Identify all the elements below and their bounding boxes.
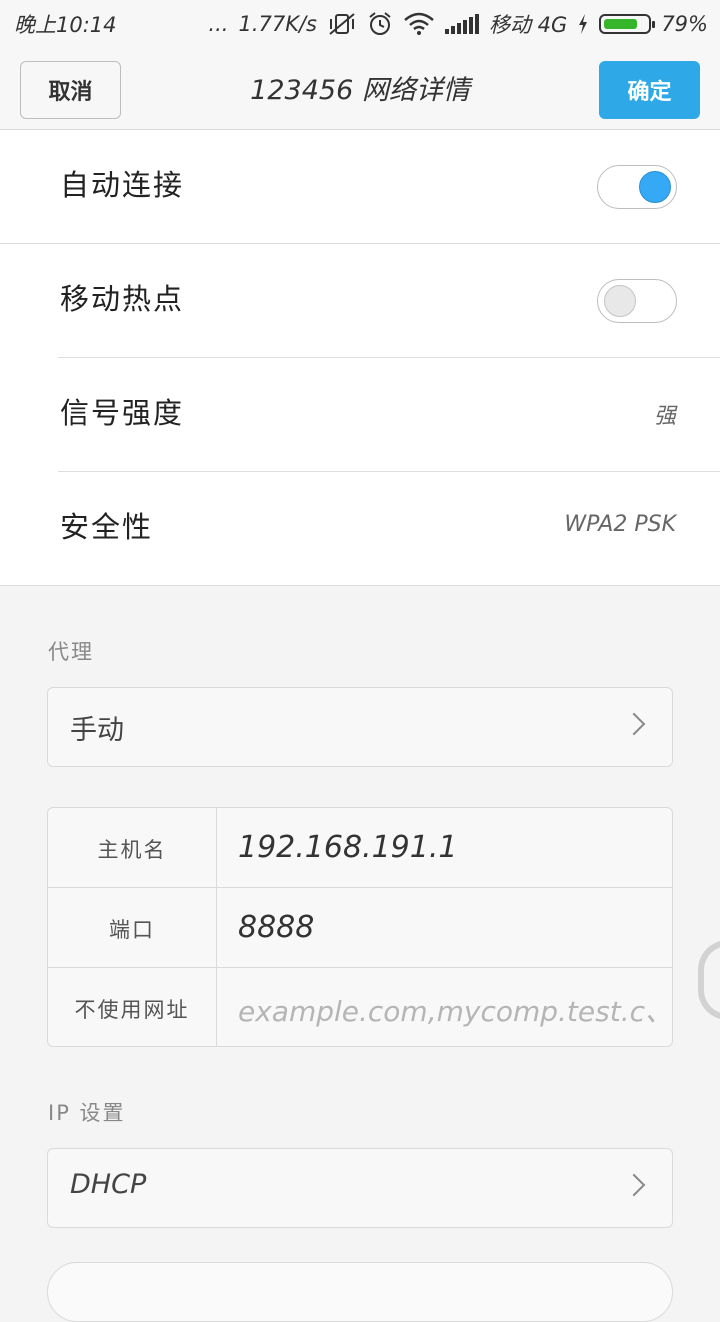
status-icons: ... 1.77K/s 移动 4G 79% [208, 9, 708, 39]
proxy-section-label: 代理 [48, 640, 94, 664]
battery-icon [599, 14, 656, 34]
carrier-label: 移动 4G [489, 13, 568, 37]
auto-connect-toggle[interactable] [597, 165, 677, 209]
port-input[interactable]: 8888 [238, 910, 658, 945]
bypass-input[interactable]: example.com,mycomp.test.c、 [238, 990, 658, 1030]
auto-connect-label: 自动连接 [60, 168, 185, 202]
battery-percent: 79% [661, 12, 708, 36]
bottom-button[interactable] [47, 1262, 673, 1322]
ip-mode-value: DHCP [70, 1169, 147, 1200]
signal-strength-value: 强 [653, 404, 676, 429]
alarm-icon [369, 12, 391, 35]
chevron-right-icon [622, 1173, 646, 1197]
security-value: WPA2 PSK [564, 512, 676, 537]
network-settings-list: 自动连接 移动热点 信号强度 强 安全性 WPA2 PSK [0, 130, 720, 586]
hotspot-toggle[interactable] [597, 279, 677, 323]
status-dots: ... [208, 12, 229, 36]
hostname-input[interactable]: 192.168.191.1 [238, 830, 658, 865]
signal-strength-row: 信号强度 强 [0, 358, 720, 472]
signal-strength-label: 信号强度 [60, 396, 185, 430]
vibrate-off-icon [329, 13, 355, 35]
status-bar: 晚上10:14 ... 1.77K/s 移动 4G 79% [0, 0, 720, 48]
proxy-fields: 主机名 192.168.191.1 端口 8888 不使用网址 example.… [47, 807, 673, 1047]
proxy-mode-select[interactable]: 手动 [47, 687, 673, 767]
proxy-mode-value: 手动 [70, 715, 124, 746]
cancel-button[interactable]: 取消 [20, 61, 121, 119]
ip-section-label: IP 设置 [48, 1101, 126, 1125]
scroll-handle[interactable] [698, 940, 720, 1020]
signal-icon [445, 14, 479, 34]
page-title: 123456 网络详情 [250, 75, 470, 106]
security-row: 安全性 WPA2 PSK [0, 472, 720, 586]
bypass-row: 不使用网址 example.com,mycomp.test.c、 [48, 968, 672, 1046]
port-row: 端口 8888 [48, 888, 672, 968]
auto-connect-row[interactable]: 自动连接 [0, 130, 720, 244]
charging-icon [579, 14, 588, 34]
title-bar: 取消 123456 网络详情 确定 [0, 48, 720, 130]
hotspot-label: 移动热点 [60, 282, 185, 316]
port-label: 端口 [109, 918, 155, 942]
hostname-label: 主机名 [97, 838, 167, 862]
hostname-row: 主机名 192.168.191.1 [48, 808, 672, 888]
confirm-button[interactable]: 确定 [599, 61, 700, 119]
security-label: 安全性 [60, 510, 154, 544]
network-speed: 1.77K/s [238, 12, 317, 36]
status-time: 晚上10:14 [14, 13, 117, 37]
bypass-label: 不使用网址 [74, 998, 190, 1022]
chevron-right-icon [622, 712, 646, 736]
ip-mode-select[interactable]: DHCP [47, 1148, 673, 1228]
hotspot-row[interactable]: 移动热点 [0, 244, 720, 358]
wifi-icon [404, 12, 434, 35]
